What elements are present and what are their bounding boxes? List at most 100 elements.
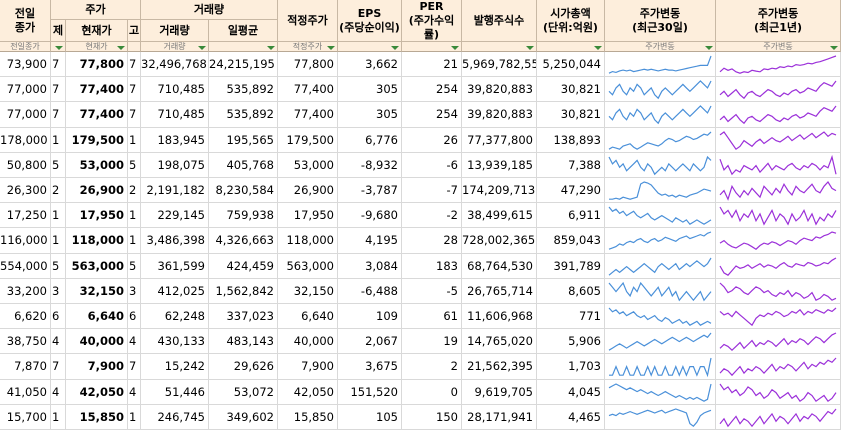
cell-prev-close[interactable]: 77,000	[0, 102, 51, 128]
cell-prev-close[interactable]: 6,620	[0, 304, 51, 330]
cell-fair-price[interactable]: 563,000	[278, 253, 338, 279]
cell-eps[interactable]: 2,067	[338, 329, 402, 355]
cell-trend-30d[interactable]	[605, 253, 716, 279]
cell-current-price[interactable]: 17,950	[66, 203, 128, 229]
cell-per[interactable]: -2	[402, 203, 462, 229]
cell-prev-close[interactable]: 17,250	[0, 203, 51, 229]
cell-eps[interactable]: 3,675	[338, 354, 402, 380]
cell-shares[interactable]: 728,002,365	[462, 228, 537, 254]
cell-per[interactable]: 26	[402, 127, 462, 153]
cell-eps[interactable]: 151,520	[338, 379, 402, 405]
cell-prev-close[interactable]: 73,900	[0, 52, 51, 78]
cell-trend-1y[interactable]	[716, 278, 841, 304]
cell-shares[interactable]: 39,820,883	[462, 102, 537, 128]
cell-price-col-c[interactable]: 5	[128, 152, 141, 178]
cell-fair-price[interactable]: 40,000	[278, 329, 338, 355]
cell-per[interactable]: 61	[402, 304, 462, 330]
cell-prev-close[interactable]: 41,050	[0, 379, 51, 405]
cell-market-cap[interactable]: 47,290	[537, 178, 605, 204]
cell-trend-30d[interactable]	[605, 278, 716, 304]
cell-price-col-c[interactable]: 6	[128, 304, 141, 330]
cell-trend-1y[interactable]	[716, 102, 841, 128]
cell-market-cap[interactable]: 6,911	[537, 203, 605, 229]
cell-volume-avg[interactable]: 337,023	[209, 304, 278, 330]
cell-per[interactable]: 150	[402, 404, 462, 430]
cell-eps[interactable]: 6,776	[338, 127, 402, 153]
cell-eps[interactable]: 305	[338, 77, 402, 103]
filter-trend-30d[interactable]: 주가변동	[605, 42, 716, 52]
cell-trend-30d[interactable]	[605, 404, 716, 430]
cell-volume-avg[interactable]: 4,326,663	[209, 228, 278, 254]
cell-volume-avg[interactable]: 405,768	[209, 152, 278, 178]
filter-volume[interactable]: 거래량	[141, 42, 209, 52]
filter-dropdown-icon[interactable]	[594, 46, 602, 50]
filter-dropdown-icon[interactable]	[705, 46, 713, 50]
cell-volume[interactable]: 62,248	[141, 304, 209, 330]
cell-volume[interactable]: 361,599	[141, 253, 209, 279]
cell-trend-30d[interactable]	[605, 52, 716, 78]
cell-per[interactable]: 183	[402, 253, 462, 279]
cell-trend-1y[interactable]	[716, 127, 841, 153]
cell-price-col-c[interactable]: 4	[128, 379, 141, 405]
cell-volume-avg[interactable]: 483,143	[209, 329, 278, 355]
filter-dropdown-icon[interactable]	[117, 46, 125, 50]
cell-volume[interactable]: 430,133	[141, 329, 209, 355]
cell-price-col-a[interactable]: 1	[51, 228, 66, 254]
filter-dropdown-icon[interactable]	[391, 46, 399, 50]
cell-market-cap[interactable]: 859,043	[537, 228, 605, 254]
cell-fair-price[interactable]: 42,050	[278, 379, 338, 405]
cell-eps[interactable]: 4,195	[338, 228, 402, 254]
cell-price-col-a[interactable]: 1	[51, 203, 66, 229]
cell-current-price[interactable]: 40,000	[66, 329, 128, 355]
cell-volume-avg[interactable]: 53,072	[209, 379, 278, 405]
cell-volume-avg[interactable]: 535,892	[209, 102, 278, 128]
cell-trend-30d[interactable]	[605, 379, 716, 405]
cell-shares[interactable]: 68,764,530	[462, 253, 537, 279]
cell-per[interactable]: 28	[402, 228, 462, 254]
cell-fair-price[interactable]: 26,900	[278, 178, 338, 204]
cell-market-cap[interactable]: 1,703	[537, 354, 605, 380]
cell-volume[interactable]: 246,745	[141, 404, 209, 430]
filter-fair-price[interactable]: 적정주가	[278, 42, 338, 52]
cell-prev-close[interactable]: 50,800	[0, 152, 51, 178]
cell-price-col-a[interactable]: 5	[51, 152, 66, 178]
cell-trend-30d[interactable]	[605, 102, 716, 128]
cell-price-col-a[interactable]: 7	[51, 77, 66, 103]
cell-shares[interactable]: 38,499,615	[462, 203, 537, 229]
cell-shares[interactable]: 26,765,714	[462, 278, 537, 304]
cell-shares[interactable]: 77,377,800	[462, 127, 537, 153]
cell-fair-price[interactable]: 77,800	[278, 52, 338, 78]
cell-trend-30d[interactable]	[605, 203, 716, 229]
filter-current-price[interactable]: 현재가	[66, 42, 128, 52]
cell-prev-close[interactable]: 77,000	[0, 77, 51, 103]
filter-dropdown-icon[interactable]	[55, 46, 63, 50]
cell-current-price[interactable]: 15,850	[66, 404, 128, 430]
cell-fair-price[interactable]: 77,400	[278, 102, 338, 128]
cell-trend-1y[interactable]	[716, 178, 841, 204]
cell-prev-close[interactable]: 15,700	[0, 404, 51, 430]
cell-fair-price[interactable]: 17,950	[278, 203, 338, 229]
cell-volume-avg[interactable]: 24,215,195	[209, 52, 278, 78]
cell-prev-close[interactable]: 116,000	[0, 228, 51, 254]
cell-price-col-c[interactable]: 1	[128, 127, 141, 153]
cell-prev-close[interactable]: 26,300	[0, 178, 51, 204]
cell-eps[interactable]: -9,680	[338, 203, 402, 229]
cell-volume[interactable]: 15,242	[141, 354, 209, 380]
cell-price-col-a[interactable]: 3	[51, 278, 66, 304]
cell-volume[interactable]: 710,485	[141, 102, 209, 128]
cell-price-col-c[interactable]: 4	[128, 329, 141, 355]
cell-volume-avg[interactable]: 349,602	[209, 404, 278, 430]
cell-eps[interactable]: 3,084	[338, 253, 402, 279]
cell-fair-price[interactable]: 53,000	[278, 152, 338, 178]
filter-dropdown-icon[interactable]	[267, 46, 275, 50]
cell-volume[interactable]: 229,145	[141, 203, 209, 229]
cell-current-price[interactable]: 77,400	[66, 102, 128, 128]
filter-dropdown-icon[interactable]	[830, 46, 838, 50]
cell-per[interactable]: 254	[402, 102, 462, 128]
cell-current-price[interactable]: 179,500	[66, 127, 128, 153]
cell-volume-avg[interactable]: 759,938	[209, 203, 278, 229]
cell-volume[interactable]: 198,075	[141, 152, 209, 178]
cell-trend-30d[interactable]	[605, 127, 716, 153]
cell-price-col-a[interactable]: 2	[51, 178, 66, 204]
cell-fair-price[interactable]: 6,640	[278, 304, 338, 330]
